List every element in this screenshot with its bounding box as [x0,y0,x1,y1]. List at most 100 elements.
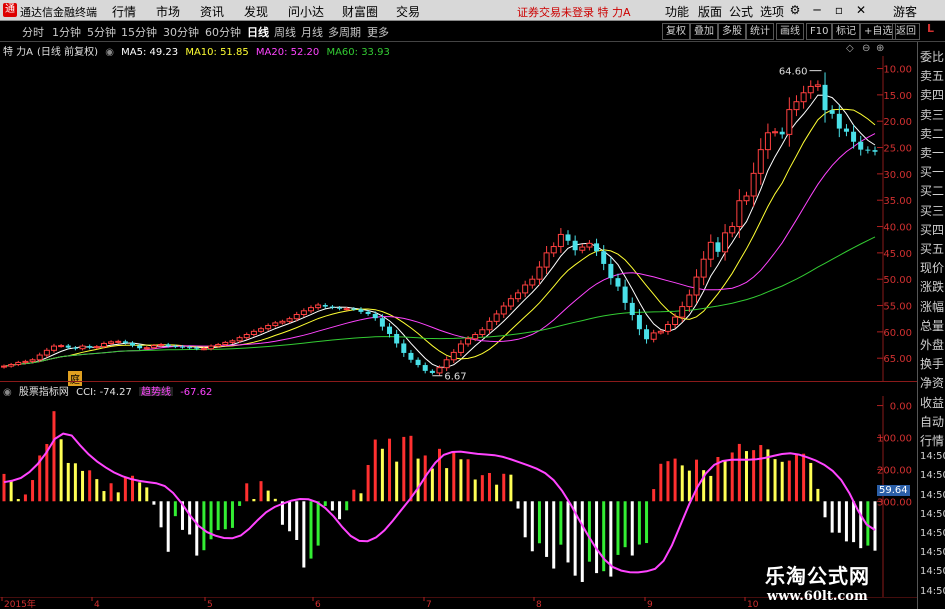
cci-bar [416,458,420,502]
multi-stock-button[interactable]: 多股 [718,23,746,40]
menu-item-xuanxiang[interactable]: 选项 [760,3,784,20]
candle-body [130,342,136,346]
cci-bar [81,470,85,502]
cci-bar [102,491,106,502]
candle-body [800,92,807,103]
menu-bar: 通 通达信金融终端 行情 市场 资讯 发现 问小达 财富圈 交易 证券交易未登录… [0,0,945,21]
cci-bar [452,451,456,502]
menu-item-faxian[interactable]: 发现 [244,3,268,20]
mark-button[interactable]: 标记 [832,23,860,40]
period-30min[interactable]: 30分钟 [163,24,199,40]
candle-body [279,320,286,324]
cci-bar [95,479,99,502]
candle-body [594,243,600,252]
period-daily[interactable]: 日线 [247,24,269,40]
menu-item-shichang[interactable]: 市场 [156,3,180,20]
y-tick-label: 15.00 [883,91,912,102]
candle-body [258,328,265,332]
close-icon[interactable]: ✕ [852,0,870,20]
candle-body [172,346,178,348]
menu-item-jiaoyi[interactable]: 交易 [396,3,420,20]
candle-body [700,258,707,278]
cci-bar [659,463,663,502]
candle-body [450,351,457,361]
cci-bar [523,501,527,538]
period-weekly[interactable]: 周线 [274,24,296,40]
candle-body [429,370,435,373]
period-more[interactable]: 更多 [367,24,389,40]
cci-bar [138,482,142,502]
period-monthly[interactable]: 月线 [301,24,323,40]
y-tick-label: 45.00 [883,249,912,260]
right-panel-item: 买四 [920,222,945,237]
menu-item-gongshi[interactable]: 公式 [729,3,753,20]
menu-item-wenxiaoda[interactable]: 问小达 [288,3,324,20]
period-15min[interactable]: 15分钟 [121,24,157,40]
cci-bar [116,492,120,502]
candle-body [22,360,29,363]
f10-button[interactable]: F10 [806,23,833,40]
x-tick-label: 4 [94,600,100,609]
right-panel-item: 14:50 [920,585,945,597]
collapse-icon[interactable]: ⊖ [862,43,870,54]
candle-body [457,343,464,353]
y-tick-label: 60.00 [883,328,912,339]
period-multi[interactable]: 多周期 [328,24,361,40]
menu-item-zixun[interactable]: 资讯 [200,3,224,20]
cci-bar [402,436,406,502]
candle-body [150,345,157,349]
zoom-diamond-icon[interactable]: ◇ [846,43,854,54]
candle-body [158,344,165,347]
watermark-url: www.60lt.com [767,589,868,604]
expand-icon[interactable]: ⊕ [876,43,884,54]
high-label: 64.60 [779,67,808,78]
guest-user[interactable]: 游客 [893,3,917,20]
candle-body [872,150,878,152]
menu-item-gongneng[interactable]: 功能 [665,3,689,20]
candle-body [572,240,578,251]
menu-item-hangqing[interactable]: 行情 [112,3,136,20]
period-fenshi[interactable]: 分时 [22,24,44,40]
watermark-title: 乐淘公式网 [765,564,870,588]
draw-line-button[interactable]: 画线 [776,23,804,40]
cci-bar [309,501,313,559]
restore-icon[interactable]: ▫ [830,0,848,20]
overlay-button[interactable]: 叠加 [690,23,718,40]
right-panel-item[interactable]: 行情 [920,432,944,449]
y-tick-label: 20.00 [883,117,912,128]
stats-button[interactable]: 统计 [746,23,774,40]
candle-body [329,306,335,308]
cci-bar [295,501,299,540]
candle-body [272,322,279,327]
cci-bar [802,453,806,502]
back-button[interactable]: 返回 [892,23,920,40]
period-60min[interactable]: 60分钟 [205,24,241,40]
right-panel-item: 卖四 [920,88,945,103]
y-tick-label: 50.00 [883,275,912,286]
menu-item-banmian[interactable]: 版面 [698,3,722,20]
cci-bar [166,501,170,552]
candle-body [664,323,671,332]
level2-icon[interactable]: L [927,22,934,35]
menu-item-caifuquan[interactable]: 财富圈 [342,3,378,20]
candle-body [422,365,428,371]
candlestick-chart[interactable]: 65.00 60.00 55.00 50.00 45.00 40.00 35.00 30.00… [0,56,917,381]
candle-body [629,302,635,316]
settings-icon[interactable]: ⚙ [786,0,804,20]
candle-body [15,361,22,366]
candle-body [394,333,400,344]
cci-bar [288,501,292,532]
add-watchlist-button[interactable]: +自选 [860,23,897,40]
fuquan-button[interactable]: 复权 [662,23,690,40]
period-5min[interactable]: 5分钟 [87,24,116,40]
right-panel-item[interactable]: 自动 [920,413,944,430]
cci-y-tick-label: 100.00 [877,433,912,444]
candle-body [579,246,586,251]
watermark: 乐淘公式网 www.60lt.com [745,557,915,607]
right-panel-item: 委比 [920,50,945,64]
period-1min[interactable]: 1分钟 [52,24,81,40]
candle-body [379,318,385,327]
minimize-icon[interactable]: ─ [808,0,826,20]
candle-body [601,251,607,264]
candle-body [187,347,193,349]
